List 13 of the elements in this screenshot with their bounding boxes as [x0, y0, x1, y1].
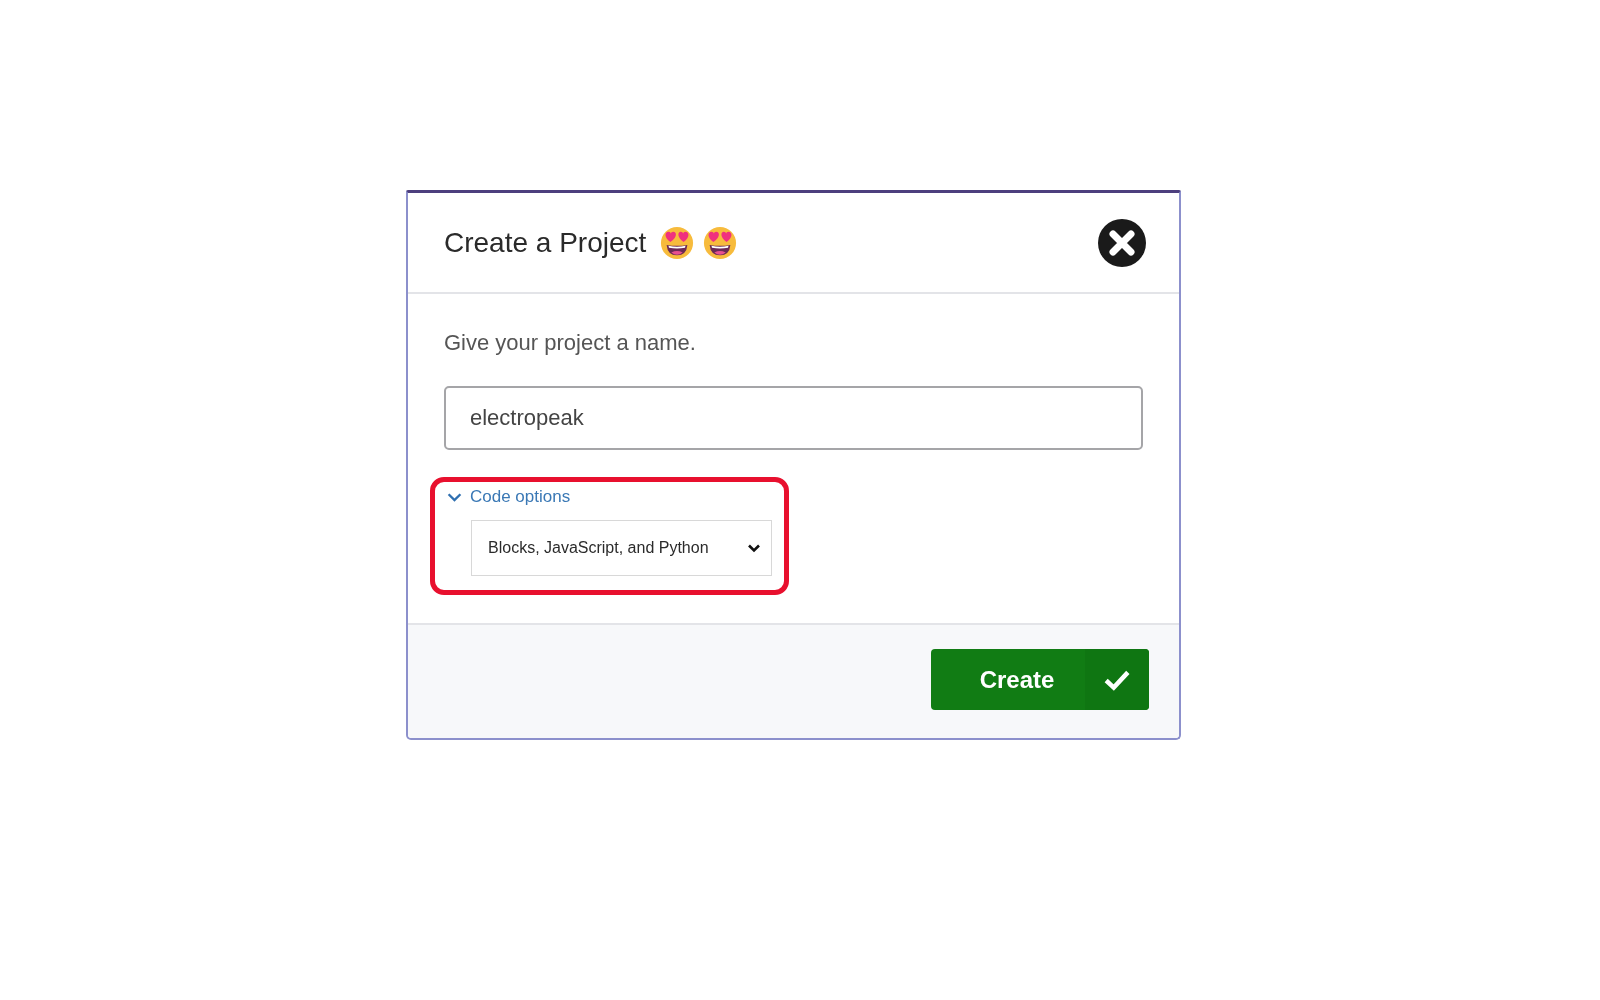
dialog-title: Create a Project: [444, 226, 647, 259]
chevron-icon: [447, 491, 462, 503]
create-button[interactable]: Create: [931, 649, 1149, 710]
language-select[interactable]: Blocks, JavaScript, and Python: [471, 520, 772, 576]
close-icon: [1097, 217, 1147, 268]
check-icon: [1104, 668, 1130, 691]
caret-icon: [747, 543, 761, 553]
close-button[interactable]: [1097, 217, 1147, 268]
heart-eyes-face-icon: [660, 225, 695, 260]
heart-eyes-face-icon: [703, 225, 738, 260]
project-name-field[interactable]: electropeak: [444, 386, 1143, 450]
project-name-label: Give your project a name.: [444, 330, 696, 356]
code-options-toggle[interactable]: Code options: [447, 486, 571, 508]
